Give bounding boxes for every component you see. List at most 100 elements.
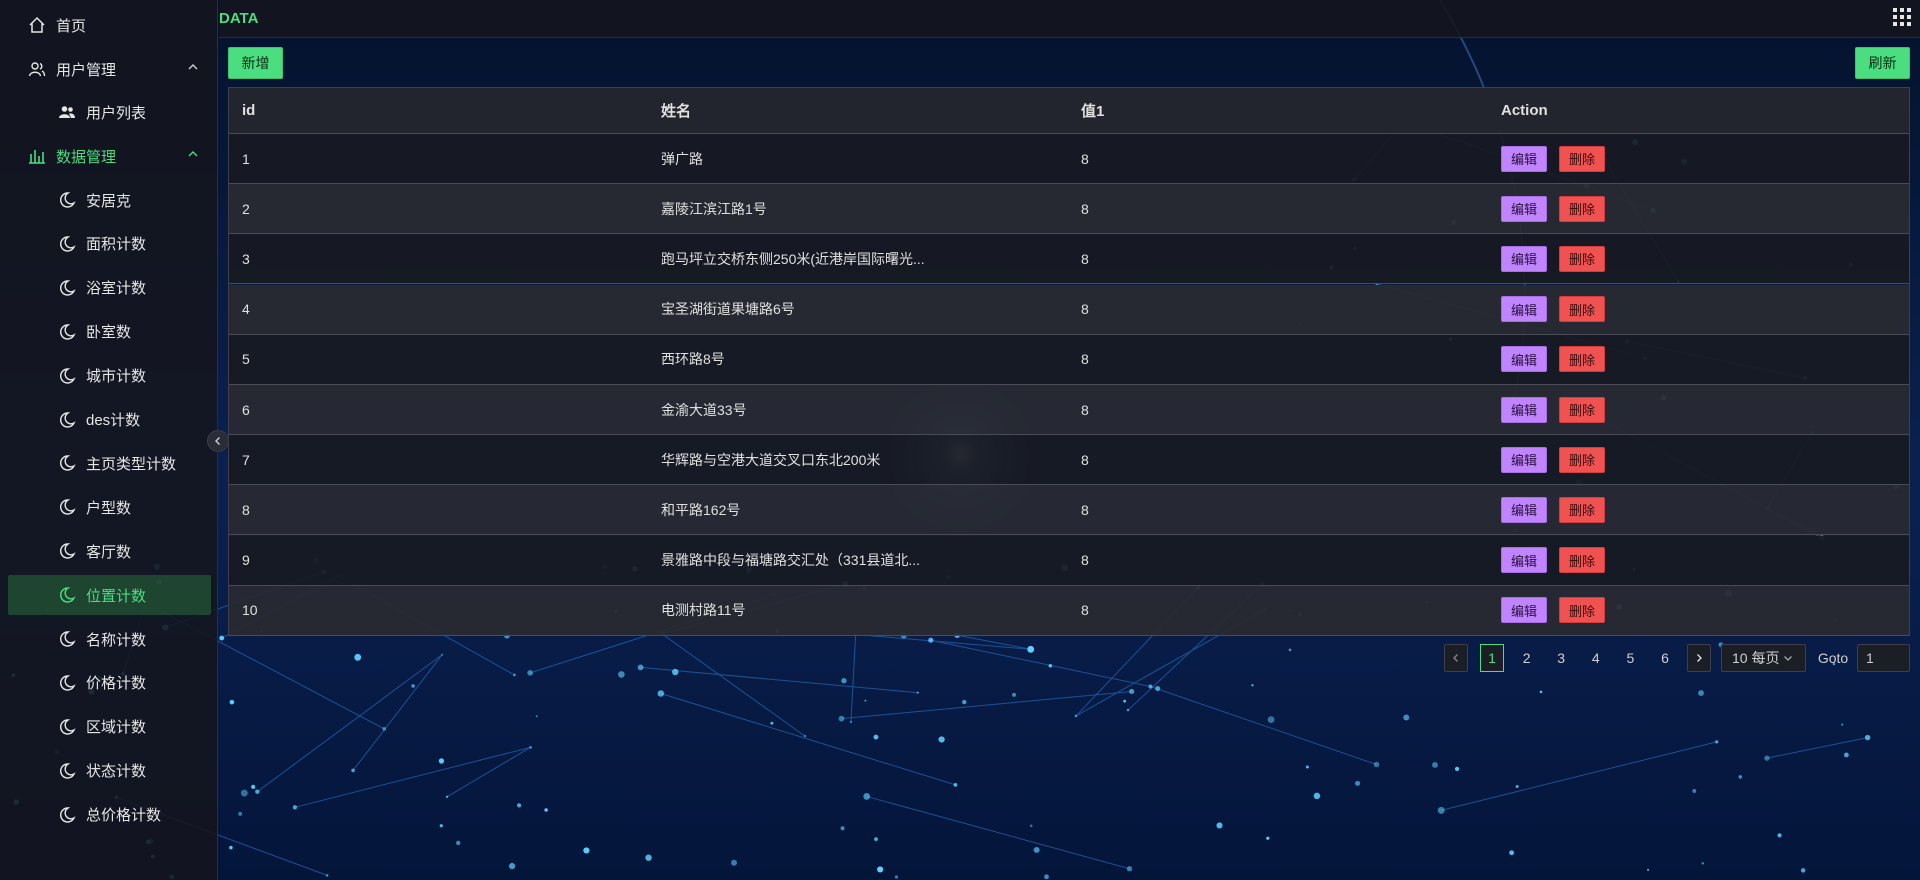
column-header-value[interactable]: 值1 [1081,88,1104,133]
sidebar-item-data-10[interactable]: 名称计数 [0,619,218,659]
sidebar-group-user[interactable]: 用户管理 [0,49,218,89]
sidebar-item-data-7[interactable]: 户型数 [0,487,218,527]
delete-button[interactable]: 删除 [1559,195,1605,222]
moon-icon [58,454,76,472]
cell-id: 2 [242,200,250,217]
column-header-id[interactable]: id [242,88,255,133]
cell-id: 5 [242,351,250,368]
data-table: id 姓名 值1 Action 1 弹广路 8 编辑 删除 2 嘉陵江滨江路1号 8 编辑 删除 3… [228,87,1910,636]
cell-actions: 编辑 删除 [1501,234,1605,283]
edit-button[interactable]: 编辑 [1501,547,1547,574]
delete-button[interactable]: 删除 [1559,296,1605,323]
cell-name: 宝圣湖街道果塘路6号 [661,301,795,318]
edit-button[interactable]: 编辑 [1501,396,1547,423]
goto-label: Goto [1817,650,1849,666]
cell-value: 8 [1081,150,1089,167]
edit-button[interactable]: 编辑 [1501,245,1547,272]
app-title: DATA [219,10,259,27]
page-button-2[interactable]: 2 [1515,644,1539,672]
edit-button[interactable]: 编辑 [1501,346,1547,373]
cell-actions: 编辑 删除 [1501,586,1605,635]
user-list-icon [58,103,76,121]
refresh-button[interactable]: 刷新 [1855,47,1910,79]
next-page-button[interactable] [1687,644,1711,672]
page-button-3[interactable]: 3 [1549,644,1573,672]
edit-button[interactable]: 编辑 [1501,145,1547,172]
moon-icon [58,674,76,692]
moon-icon [58,367,76,385]
page-size-select[interactable]: 10 每页 [1721,644,1806,672]
sidebar-item-home[interactable]: 首页 [0,5,218,45]
delete-button[interactable]: 删除 [1559,446,1605,473]
delete-button[interactable]: 删除 [1559,547,1605,574]
sidebar-group-label: 用户管理 [56,61,117,79]
prev-page-button[interactable] [1444,644,1468,672]
delete-button[interactable]: 删除 [1559,346,1605,373]
sidebar-item-data-0[interactable]: 安居克 [0,180,218,220]
moon-icon [58,762,76,780]
cell-value: 8 [1081,351,1089,368]
sidebar-item-data-5[interactable]: des计数 [0,400,218,440]
sidebar-item-data-12[interactable]: 区域计数 [0,707,218,747]
cell-id: 9 [242,552,250,569]
sidebar-item-data-11[interactable]: 价格计数 [0,663,218,703]
add-button[interactable]: 新增 [228,47,283,79]
sidebar-item-user-list[interactable]: 用户列表 [0,92,218,132]
page-button-1[interactable]: 1 [1480,644,1504,672]
chevron-left-icon [1453,654,1458,662]
sidebar-item-label: 卧室数 [86,324,132,342]
sidebar-item-data-9[interactable]: 位置计数 [8,575,211,616]
delete-button[interactable]: 删除 [1559,496,1605,523]
sidebar-item-label: 用户列表 [86,104,147,122]
apps-grid-icon[interactable] [1892,7,1912,27]
column-header-name[interactable]: 姓名 [661,88,691,133]
page-button-4[interactable]: 4 [1584,644,1608,672]
sidebar-item-label: 安居克 [86,192,132,210]
cell-name: 跑马坪立交桥东侧250米(近港岸国际曙光... [661,250,925,267]
delete-button[interactable]: 删除 [1559,145,1605,172]
moon-icon [58,586,76,604]
cell-value: 8 [1081,401,1089,418]
edit-button[interactable]: 编辑 [1501,496,1547,523]
sidebar-item-label: 区域计数 [86,719,147,737]
delete-button[interactable]: 删除 [1559,597,1605,624]
table-row: 8 和平路162号 8 编辑 删除 [229,485,1909,536]
delete-button[interactable]: 删除 [1559,396,1605,423]
sidebar-item-data-8[interactable]: 客厅数 [0,531,218,571]
sidebar-item-data-13[interactable]: 状态计数 [0,751,218,791]
table-header: id 姓名 值1 Action [229,88,1909,134]
chevron-left-icon [215,437,220,445]
delete-button[interactable]: 删除 [1559,245,1605,272]
cell-value: 8 [1081,301,1089,318]
sidebar-item-label: 主页类型计数 [86,455,177,473]
cell-actions: 编辑 删除 [1501,134,1605,183]
sidebar-item-data-1[interactable]: 面积计数 [0,224,218,264]
sidebar-item-data-4[interactable]: 城市计数 [0,356,218,396]
page-button-6[interactable]: 6 [1653,644,1677,672]
edit-button[interactable]: 编辑 [1501,597,1547,624]
cell-id: 4 [242,301,250,318]
cell-name: 电测村路11号 [661,602,746,619]
cell-value: 8 [1081,250,1089,267]
edit-button[interactable]: 编辑 [1501,296,1547,323]
goto-input[interactable]: 1 [1857,644,1910,672]
sidebar-item-data-14[interactable]: 总价格计数 [0,795,218,835]
sidebar-item-data-6[interactable]: 主页类型计数 [0,443,218,483]
cell-name: 西环路8号 [661,351,725,368]
edit-button[interactable]: 编辑 [1501,195,1547,222]
sidebar-item-data-3[interactable]: 卧室数 [0,312,218,352]
cell-value: 8 [1081,552,1089,569]
sidebar-item-data-2[interactable]: 浴室计数 [0,268,218,308]
cell-actions: 编辑 删除 [1501,536,1605,585]
cell-value: 8 [1081,200,1089,217]
sidebar-group-data[interactable]: 数据管理 [0,136,218,176]
edit-button[interactable]: 编辑 [1501,446,1547,473]
cell-name: 和平路162号 [661,501,741,518]
moon-icon [58,498,76,516]
sidebar-collapse-button[interactable] [207,430,229,452]
cell-actions: 编辑 删除 [1501,335,1605,384]
cell-value: 8 [1081,602,1089,619]
table-row: 3 跑马坪立交桥东侧250米(近港岸国际曙光... 8 编辑 删除 [229,234,1909,285]
chevron-right-icon [1697,654,1702,662]
page-button-5[interactable]: 5 [1618,644,1642,672]
